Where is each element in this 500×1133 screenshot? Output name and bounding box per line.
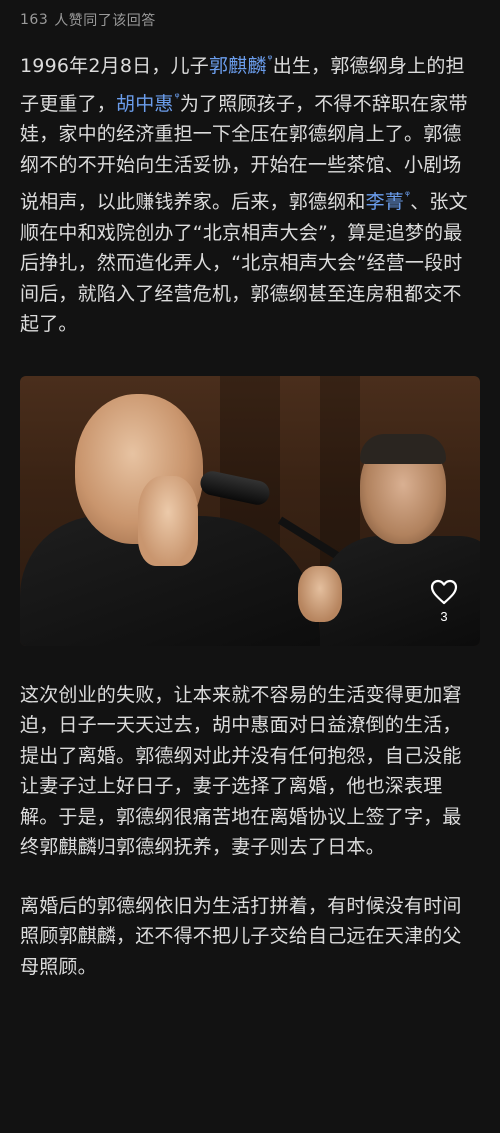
answer-photo[interactable]: 3 bbox=[20, 375, 480, 646]
heart-outline-icon bbox=[430, 579, 458, 604]
link-label: 郭麒麟 bbox=[208, 55, 267, 77]
answer-paragraph-2: 这次创业的失败，让本来就不容易的生活变得更加窘迫，日子一天天过去，胡中惠面对日益… bbox=[20, 683, 462, 859]
text-segment: 1996年2月8日，儿子 bbox=[20, 55, 209, 77]
link-li-jing[interactable]: 李菁ᵠ bbox=[365, 188, 411, 213]
upvote-label: 人赞同了该回答 bbox=[54, 13, 156, 29]
performer-left-hand bbox=[138, 475, 198, 566]
upvote-summary: 163 人赞同了该回答 bbox=[0, 0, 500, 40]
like-count: 3 bbox=[440, 608, 448, 624]
link-label: 李菁 bbox=[365, 191, 405, 213]
answer-paragraph-1: 1996年2月8日，儿子郭麒麟ᵠ出生，郭德纲身上的担子更重了，胡中惠ᵠ为了照顾孩… bbox=[20, 44, 480, 340]
link-label: 胡中惠 bbox=[116, 92, 174, 115]
performer-right-hair bbox=[360, 433, 446, 464]
upvote-count: 163 bbox=[20, 12, 49, 28]
performer-right-hand bbox=[298, 565, 342, 622]
answer-paragraph-3: 离婚后的郭德纲依旧为生活打拼着，有时候没有时间照顾郭麒麟，还不得不把儿子交给自己… bbox=[20, 894, 462, 978]
like-button[interactable]: 3 bbox=[430, 579, 458, 624]
link-guo-qilin[interactable]: 郭麒麟ᵠ bbox=[208, 52, 273, 77]
link-hu-zhonghui[interactable]: 胡中惠ᵠ bbox=[116, 90, 180, 115]
